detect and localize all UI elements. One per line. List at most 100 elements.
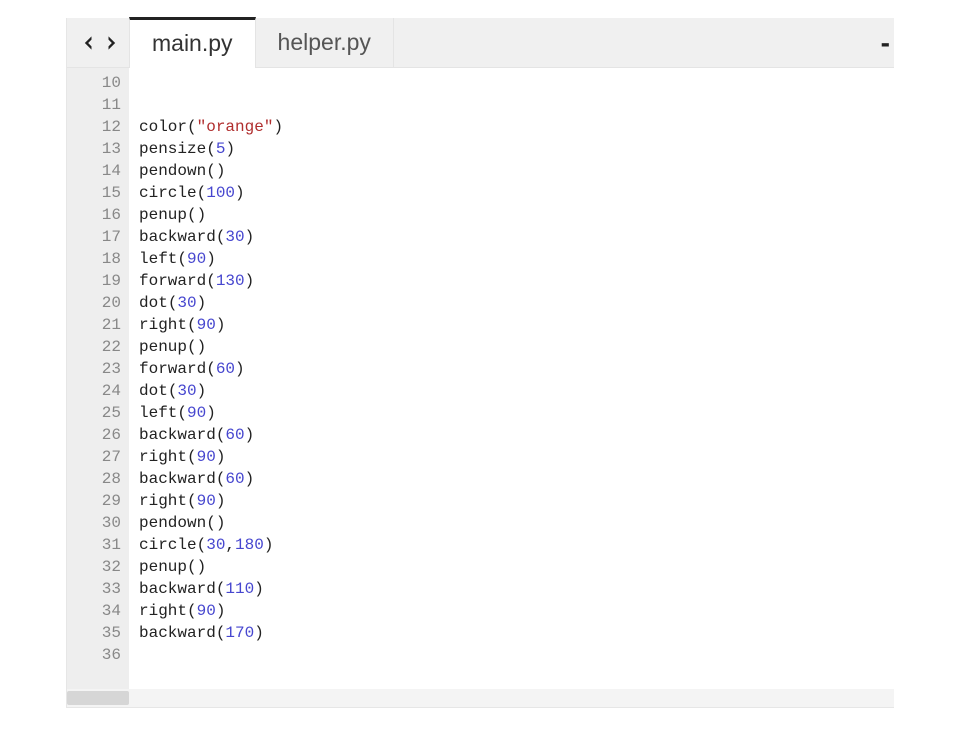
line-number: 28	[67, 468, 121, 490]
token-num: 30	[177, 294, 196, 312]
code-line[interactable]: backward(110)	[139, 578, 894, 600]
token-p: (	[206, 162, 216, 180]
token-num: 100	[206, 184, 235, 202]
code-line[interactable]: penup()	[139, 556, 894, 578]
code-line[interactable]: backward(30)	[139, 226, 894, 248]
token-func: forward	[139, 360, 206, 378]
code-line[interactable]: backward(60)	[139, 468, 894, 490]
line-number: 16	[67, 204, 121, 226]
editor-shell: main.pyhelper.py - 101112131415161718192…	[66, 18, 894, 708]
token-p: ,	[225, 536, 235, 554]
token-func: pendown	[139, 162, 206, 180]
token-func: right	[139, 448, 187, 466]
code-editor[interactable]: 1011121314151617181920212223242526272829…	[67, 68, 894, 707]
token-num: 110	[225, 580, 254, 598]
code-line[interactable]: color("orange")	[139, 116, 894, 138]
nav-forward-button[interactable]	[101, 30, 121, 56]
token-p: )	[206, 250, 216, 268]
token-p: (	[187, 602, 197, 620]
line-number: 32	[67, 556, 121, 578]
token-p: )	[216, 492, 226, 510]
token-func: backward	[139, 624, 216, 642]
token-num: 90	[197, 492, 216, 510]
line-number: 27	[67, 446, 121, 468]
token-num: 30	[206, 536, 225, 554]
token-num: 90	[197, 316, 216, 334]
horizontal-scrollbar[interactable]	[67, 689, 894, 707]
code-line[interactable]: circle(30,180)	[139, 534, 894, 556]
token-p: (	[187, 558, 197, 576]
code-content[interactable]: color("orange")pensize(5)pendown()circle…	[129, 68, 894, 707]
nav-arrows	[67, 18, 129, 67]
token-func: backward	[139, 580, 216, 598]
code-line[interactable]	[139, 72, 894, 94]
token-num: 5	[216, 140, 226, 158]
token-num: 90	[197, 448, 216, 466]
code-line[interactable]	[139, 94, 894, 116]
token-func: right	[139, 602, 187, 620]
code-line[interactable]: pensize(5)	[139, 138, 894, 160]
line-number: 33	[67, 578, 121, 600]
token-p: )	[235, 184, 245, 202]
code-line[interactable]: penup()	[139, 204, 894, 226]
token-p: (	[177, 404, 187, 422]
code-line[interactable]: left(90)	[139, 402, 894, 424]
code-line[interactable]: right(90)	[139, 446, 894, 468]
line-number: 34	[67, 600, 121, 622]
code-line[interactable]: forward(130)	[139, 270, 894, 292]
chevron-left-icon	[79, 30, 99, 56]
tab-main-py[interactable]: main.py	[129, 17, 256, 67]
token-p: (	[216, 426, 226, 444]
token-p: (	[197, 184, 207, 202]
token-func: circle	[139, 184, 197, 202]
code-line[interactable]	[139, 644, 894, 666]
token-p: )	[254, 624, 264, 642]
token-p: (	[187, 118, 197, 136]
code-line[interactable]: backward(60)	[139, 424, 894, 446]
code-line[interactable]: right(90)	[139, 490, 894, 512]
code-line[interactable]: dot(30)	[139, 292, 894, 314]
token-p: )	[197, 338, 207, 356]
token-func: left	[139, 404, 177, 422]
code-line[interactable]: right(90)	[139, 314, 894, 336]
line-number: 17	[67, 226, 121, 248]
token-num: 170	[225, 624, 254, 642]
token-num: 60	[225, 426, 244, 444]
line-number: 12	[67, 116, 121, 138]
token-func: backward	[139, 426, 216, 444]
token-p: )	[273, 118, 283, 136]
nav-back-button[interactable]	[79, 30, 99, 56]
code-line[interactable]: left(90)	[139, 248, 894, 270]
token-func: penup	[139, 206, 187, 224]
token-p: )	[235, 360, 245, 378]
line-number: 19	[67, 270, 121, 292]
code-line[interactable]: circle(100)	[139, 182, 894, 204]
scrollbar-thumb[interactable]	[67, 691, 129, 705]
token-p: (	[187, 448, 197, 466]
token-p: )	[197, 558, 207, 576]
token-p: (	[187, 338, 197, 356]
line-number: 22	[67, 336, 121, 358]
token-num: 130	[216, 272, 245, 290]
token-func: dot	[139, 382, 168, 400]
tab-overflow-button[interactable]: -	[881, 27, 890, 59]
token-p: (	[187, 316, 197, 334]
token-func: penup	[139, 338, 187, 356]
line-number: 24	[67, 380, 121, 402]
code-line[interactable]: backward(170)	[139, 622, 894, 644]
code-line[interactable]: right(90)	[139, 600, 894, 622]
line-number: 29	[67, 490, 121, 512]
code-line[interactable]: dot(30)	[139, 380, 894, 402]
token-p: )	[225, 140, 235, 158]
code-line[interactable]: penup()	[139, 336, 894, 358]
code-line[interactable]: pendown()	[139, 512, 894, 534]
token-p: )	[216, 316, 226, 334]
code-line[interactable]: forward(60)	[139, 358, 894, 380]
tab-helper-py[interactable]: helper.py	[256, 18, 394, 67]
token-p: (	[197, 536, 207, 554]
token-p: )	[216, 448, 226, 466]
code-line[interactable]: pendown()	[139, 160, 894, 182]
line-number-gutter: 1011121314151617181920212223242526272829…	[67, 68, 129, 707]
token-p: )	[245, 228, 255, 246]
chevron-right-icon	[101, 30, 121, 56]
